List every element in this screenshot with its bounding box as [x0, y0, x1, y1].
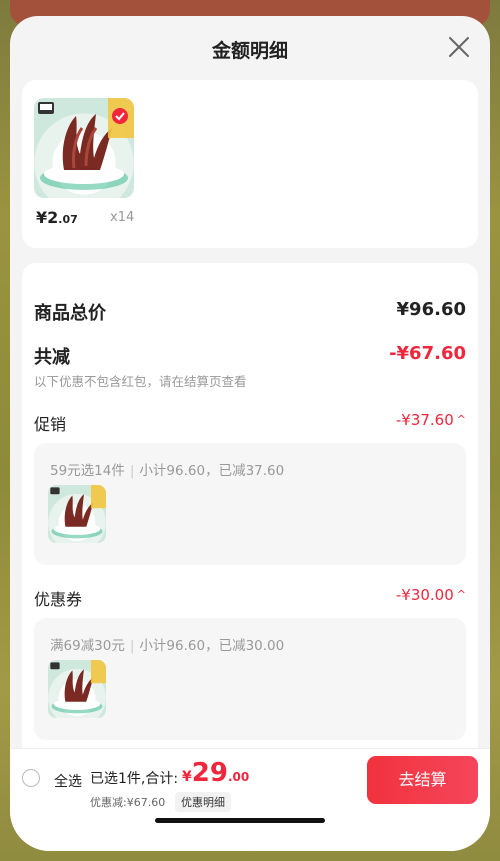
total-reduce-row: 共减 -¥67.60	[34, 343, 466, 369]
checkout-bar: 全选 已选1件,合计: ¥29.00 优惠减:¥67.60 优惠明细 去结算	[10, 748, 490, 851]
coupon-detail-text: 满69减30元 | 小计96.60，已减30.00	[50, 634, 284, 654]
amount-detail-sheet: 金额明细 ¥2.07 x14 商品总价 ¥96.60 共减 -¥67.60 以下…	[10, 16, 490, 851]
select-all-radio[interactable]	[22, 769, 40, 787]
total-currency: ¥	[182, 769, 192, 785]
close-icon[interactable]	[448, 36, 470, 58]
product-quantity: x14	[110, 210, 135, 225]
promo-detail-box: 59元选14件 | 小计96.60，已减37.60	[34, 443, 466, 565]
total-decimal: .00	[227, 770, 250, 784]
total-integer: 29	[191, 758, 228, 788]
select-all-label[interactable]: 全选	[54, 771, 82, 791]
promo-value: -¥37.60	[395, 411, 454, 429]
coupon-row[interactable]: 优惠券 -¥30.00 ^	[34, 586, 466, 609]
product-image-icon	[50, 660, 106, 714]
product-image-icon	[38, 98, 134, 190]
product-card: ¥2.07 x14	[22, 80, 478, 248]
promo-row[interactable]: 促销 -¥37.60 ^	[34, 411, 466, 434]
coupon-detail: 小计96.60，已减30.00	[139, 638, 285, 654]
coupon-rule: 满69减30元	[50, 638, 125, 654]
total-price-row: 商品总价 ¥96.60	[34, 299, 466, 325]
total-price-value: ¥96.60	[396, 299, 466, 320]
selected-summary: 已选1件,合计:	[90, 771, 179, 787]
divider: |	[129, 463, 135, 479]
promo-rule: 59元选14件	[50, 463, 125, 479]
product-thumbnail[interactable]	[34, 98, 134, 198]
product-price: ¥2.07	[36, 208, 78, 227]
total-reduce-value: -¥67.60	[389, 343, 466, 364]
coupon-detail-box: 满69减30元 | 小计96.60，已减30.00	[34, 618, 466, 740]
sheet-header: 金额明细	[10, 16, 490, 80]
sheet-title: 金额明细	[211, 40, 288, 62]
product-image-icon	[50, 485, 106, 539]
promo-product-thumbnail[interactable]	[48, 485, 106, 543]
promo-label: 促销	[34, 415, 67, 434]
coupon-product-thumbnail[interactable]	[48, 660, 106, 718]
promo-value-group: -¥37.60 ^	[396, 411, 466, 429]
discount-detail-button[interactable]: 优惠明细	[175, 792, 231, 812]
price-integer: ¥2	[36, 208, 59, 227]
price-decimal: .07	[58, 213, 78, 226]
discount-note: 以下优惠不包含红包，请在结算页查看	[34, 374, 247, 389]
coupon-value-group: -¥30.00 ^	[396, 586, 466, 604]
divider: |	[129, 638, 135, 654]
chevron-up-icon[interactable]: ^	[457, 413, 466, 426]
coupon-value: -¥30.00	[395, 586, 454, 604]
total-reduce-label: 共减	[34, 347, 70, 368]
discount-summary: 优惠减:¥67.60	[90, 796, 166, 809]
total-amount: ¥29.00	[182, 758, 249, 788]
checkout-button[interactable]: 去结算	[367, 756, 478, 804]
chevron-up-icon[interactable]: ^	[457, 588, 466, 601]
promo-detail-text: 59元选14件 | 小计96.60，已减37.60	[50, 459, 284, 479]
price-breakdown-card: 商品总价 ¥96.60 共减 -¥67.60 以下优惠不包含红包，请在结算页查看…	[22, 263, 478, 783]
coupon-label: 优惠券	[34, 590, 83, 609]
promo-detail: 小计96.60，已减37.60	[139, 463, 285, 479]
total-price-label: 商品总价	[34, 303, 106, 324]
home-indicator	[155, 818, 325, 823]
